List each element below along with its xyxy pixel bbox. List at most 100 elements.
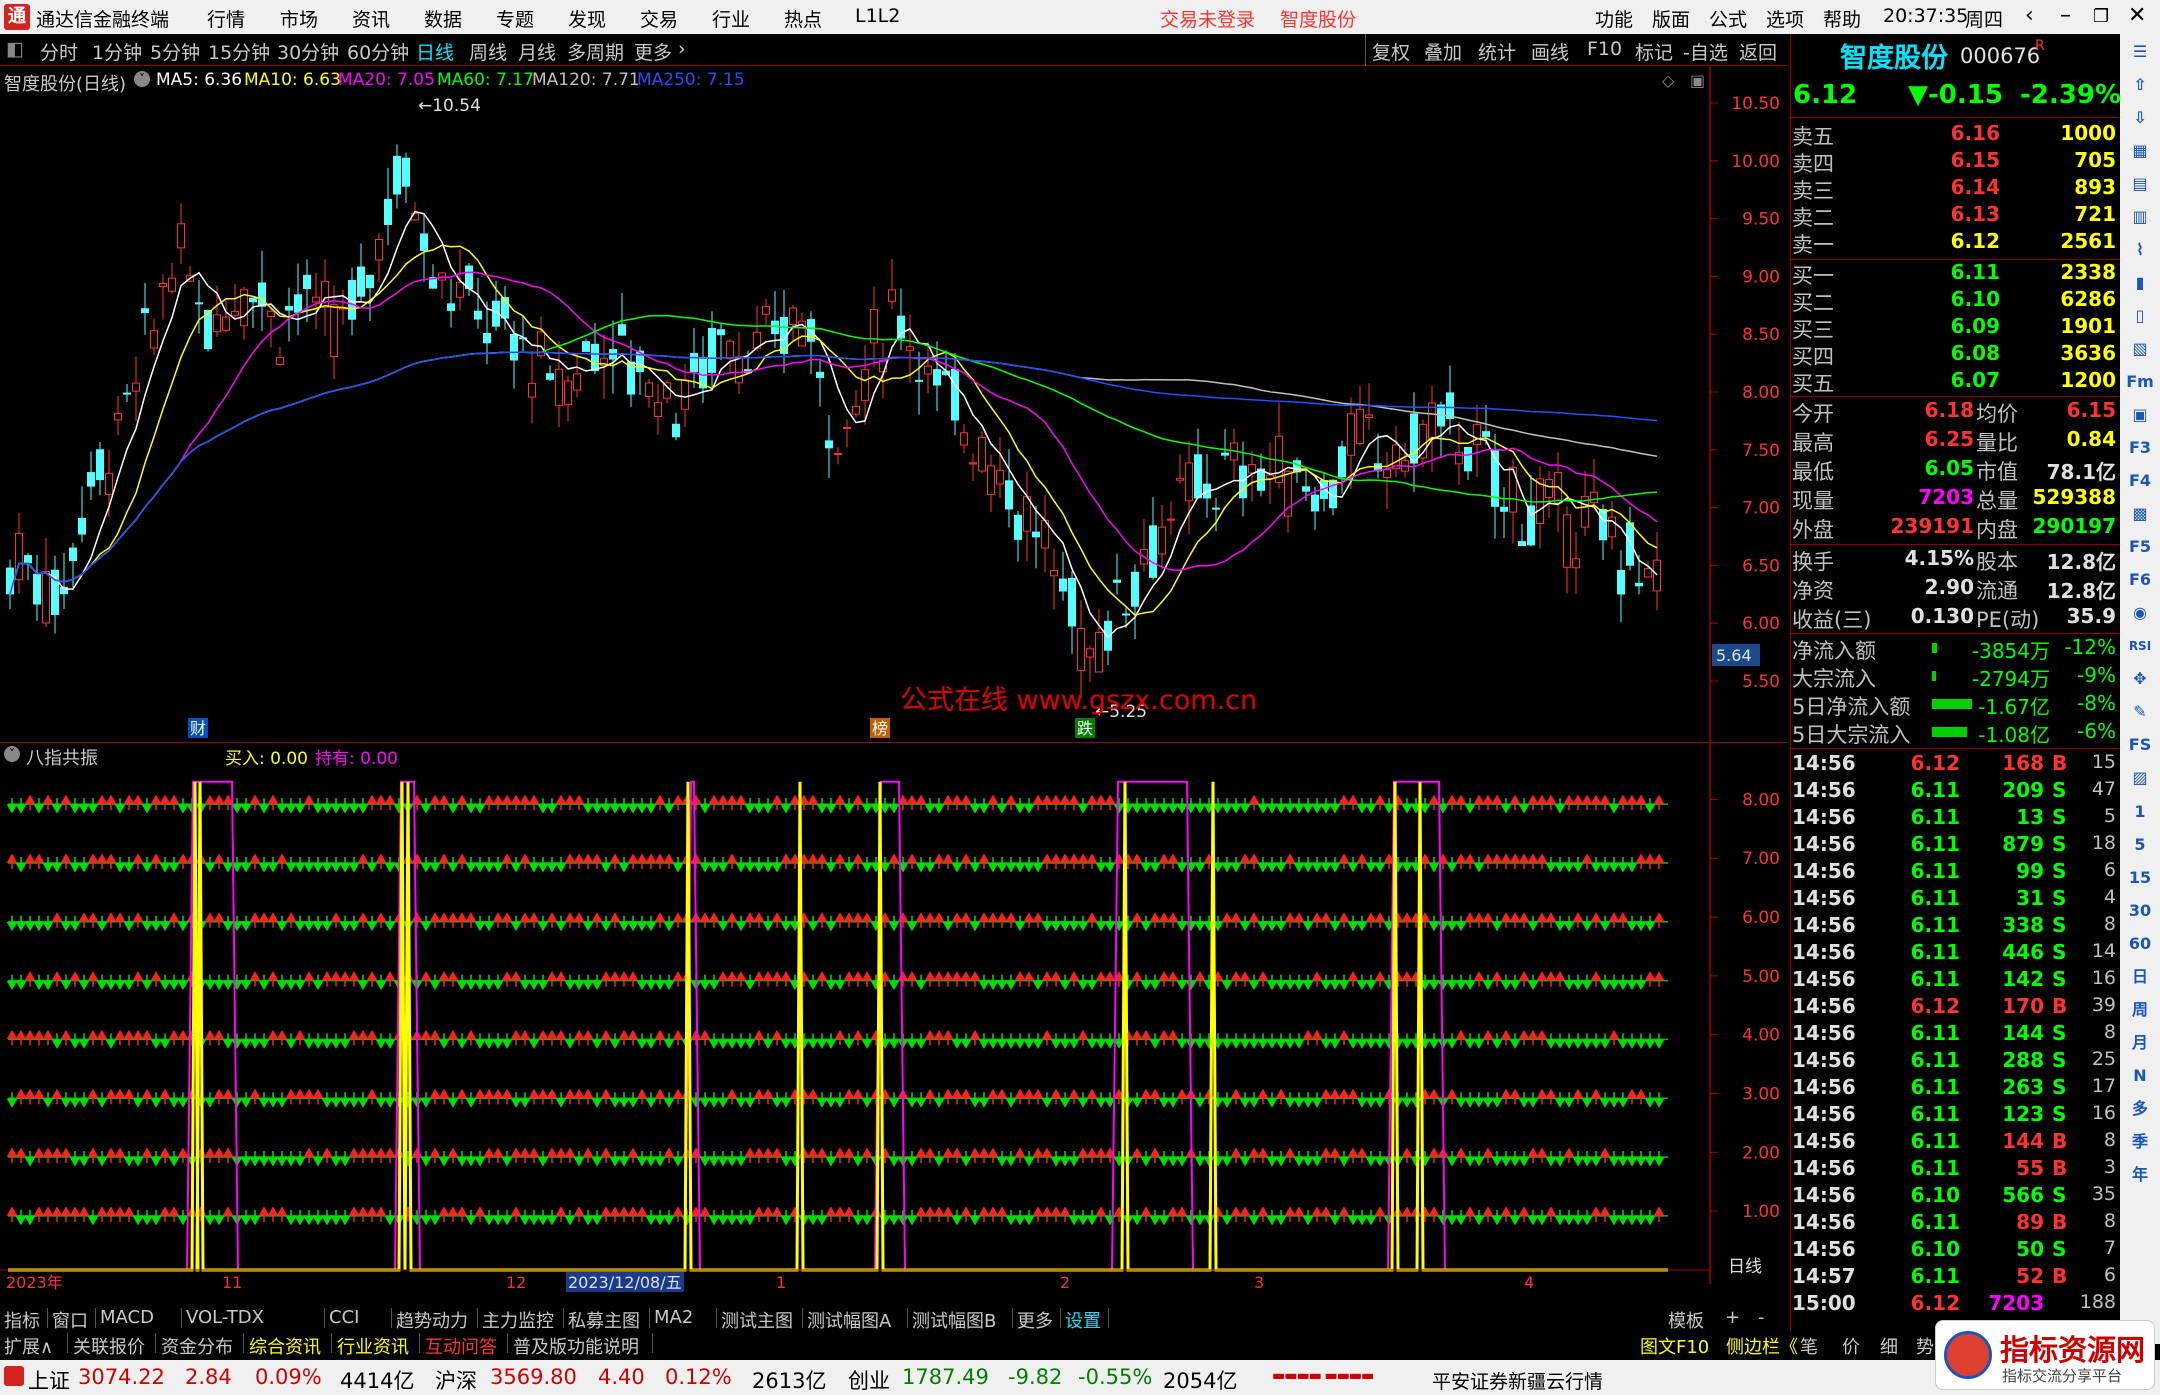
- indicator-tab[interactable]: MA2: [654, 1307, 693, 1328]
- multi-icon[interactable]: 多: [2128, 1097, 2152, 1121]
- pattern-icon[interactable]: ▨: [2128, 766, 2152, 790]
- kline-chart[interactable]: 10.5010.009.509.008.508.007.507.006.506.…: [0, 66, 1788, 742]
- menu-trade[interactable]: 交易: [640, 5, 678, 32]
- period-multi[interactable]: 多周期: [567, 38, 624, 65]
- min30-icon[interactable]: 30: [2122, 899, 2158, 923]
- pen-icon[interactable]: ✎: [2128, 700, 2152, 724]
- list-icon[interactable]: ▤: [2128, 172, 2152, 196]
- side-tab[interactable]: 价: [1842, 1333, 1860, 1359]
- index-menu-icon[interactable]: [4, 1366, 24, 1386]
- board-icon[interactable]: ▧: [2128, 337, 2152, 361]
- indicator-tab[interactable]: 测试幅图A: [807, 1307, 891, 1333]
- min60-icon[interactable]: 60: [2122, 932, 2158, 956]
- fm-icon[interactable]: Fm: [2122, 370, 2158, 394]
- f5-icon[interactable]: F5: [2122, 535, 2158, 559]
- bar2-icon[interactable]: ▯: [2128, 304, 2152, 328]
- f6-icon[interactable]: F6: [2122, 568, 2158, 592]
- up-icon[interactable]: ⇧: [2128, 73, 2152, 97]
- month-icon[interactable]: 月: [2128, 1031, 2152, 1055]
- extension-tab[interactable]: 资金分布: [161, 1333, 233, 1359]
- period-1m[interactable]: 1分钟: [92, 38, 142, 65]
- menu-options[interactable]: 选项: [1766, 5, 1804, 32]
- diamond-icon[interactable]: ◇: [1662, 71, 1674, 90]
- window-icon[interactable]: ▣: [2128, 403, 2152, 427]
- fs-icon[interactable]: FS: [2122, 733, 2158, 757]
- down-icon[interactable]: ⇩: [2128, 106, 2152, 130]
- rsi-icon[interactable]: RSI: [2122, 634, 2158, 658]
- side-tab[interactable]: 细: [1880, 1333, 1898, 1359]
- period-60m[interactable]: 60分钟: [347, 38, 409, 65]
- quarter-icon[interactable]: 季: [2128, 1130, 2152, 1154]
- menu-function[interactable]: 功能: [1595, 5, 1633, 32]
- menu-discover[interactable]: 发现: [568, 5, 606, 32]
- indicator-tab[interactable]: VOL-TDX: [186, 1307, 264, 1328]
- f4-icon[interactable]: F4: [2122, 469, 2158, 493]
- menu-formula[interactable]: 公式: [1709, 5, 1747, 32]
- back-icon[interactable]: ‹: [2025, 3, 2034, 28]
- indicator-panel[interactable]: ˅ 八指共振 买入: 0.00 持有: 0.00 8.00 7.00 6.00 5.0…: [0, 742, 1788, 1292]
- template-control[interactable]: 模板: [1668, 1307, 1704, 1333]
- extension-tab[interactable]: 行业资讯: [337, 1333, 409, 1359]
- grid-icon[interactable]: ▦: [2128, 139, 2152, 163]
- menu-quotes[interactable]: 行情: [207, 5, 245, 32]
- period-more[interactable]: 更多: [634, 38, 672, 65]
- indicator-tab[interactable]: 主力监控: [482, 1307, 554, 1333]
- side-tab[interactable]: 笔: [1800, 1333, 1818, 1359]
- side-tab[interactable]: 图文F10: [1640, 1333, 1709, 1359]
- min15-icon[interactable]: 15: [2122, 866, 2158, 890]
- extension-tab[interactable]: 扩展∧: [4, 1333, 53, 1359]
- indicator-tab[interactable]: 测试幅图B: [912, 1307, 996, 1333]
- menu-l1l2[interactable]: L1L2: [855, 5, 900, 27]
- bar-icon[interactable]: ▮: [2128, 271, 2152, 295]
- period-weekly[interactable]: 周线: [469, 38, 507, 65]
- restore-icon[interactable]: ❐: [2093, 6, 2109, 27]
- extension-tab[interactable]: 关联报价: [73, 1333, 145, 1359]
- indicator-chart[interactable]: 8.007.006.005.004.003.002.001.00日线2023年 1…: [0, 742, 1788, 1302]
- panel-toggle-icon[interactable]: ▣: [1690, 71, 1705, 90]
- period-15m[interactable]: 15分钟: [208, 38, 270, 65]
- stock-name[interactable]: 智度股份: [1840, 36, 1948, 75]
- f3-icon[interactable]: F3: [2122, 436, 2158, 460]
- side-tab[interactable]: 势: [1916, 1333, 1934, 1359]
- template-control[interactable]: -: [1758, 1307, 1765, 1328]
- indicator-tab[interactable]: 设置: [1065, 1307, 1101, 1333]
- chart-line-icon[interactable]: ⌇: [2128, 238, 2152, 262]
- mark-button[interactable]: 标记: [1635, 38, 1673, 65]
- draw-button[interactable]: 画线: [1531, 38, 1569, 65]
- indicator-tab[interactable]: 更多: [1017, 1307, 1053, 1333]
- adjust-button[interactable]: 复权: [1372, 38, 1410, 65]
- table-icon[interactable]: ▥: [2128, 205, 2152, 229]
- toggle-panel-icon[interactable]: ◧: [6, 38, 24, 60]
- sh-label[interactable]: 上证: [28, 1365, 70, 1395]
- indicator-tab[interactable]: MACD: [100, 1307, 154, 1328]
- min5-icon[interactable]: 5: [2128, 833, 2152, 857]
- login-status[interactable]: 交易未登录: [1160, 5, 1255, 32]
- extension-tab[interactable]: 普及版功能说明: [513, 1333, 639, 1359]
- period-monthly[interactable]: 月线: [518, 38, 556, 65]
- menu-icon[interactable]: ☰: [2128, 40, 2152, 64]
- period-5m[interactable]: 5分钟: [150, 38, 200, 65]
- period-daily[interactable]: 日线: [416, 38, 454, 65]
- target-icon[interactable]: ◉: [2128, 601, 2152, 625]
- menu-layout[interactable]: 版面: [1652, 5, 1690, 32]
- extension-tab[interactable]: 互动问答: [425, 1333, 497, 1359]
- stock-link[interactable]: 智度股份: [1280, 5, 1356, 32]
- close-icon[interactable]: ✕: [2128, 3, 2146, 28]
- extension-tab[interactable]: 综合资讯: [249, 1333, 321, 1359]
- period-tick[interactable]: 分时: [40, 38, 78, 65]
- menu-help[interactable]: 帮助: [1823, 5, 1861, 32]
- move-icon[interactable]: ✥: [2128, 667, 2152, 691]
- n-icon[interactable]: N: [2128, 1064, 2152, 1088]
- stats-button[interactable]: 统计: [1478, 38, 1516, 65]
- day-icon[interactable]: 日: [2128, 965, 2152, 989]
- menu-topics[interactable]: 专题: [496, 5, 534, 32]
- menu-industry[interactable]: 行业: [712, 5, 750, 32]
- week-icon[interactable]: 周: [2128, 998, 2152, 1022]
- kline-panel[interactable]: 智度股份(日线) ˅ MA5: 6.36 MA10: 6.63 MA20: 7.05…: [0, 66, 1788, 742]
- hs-label[interactable]: 沪深: [435, 1365, 477, 1395]
- indicator-tab[interactable]: 测试主图: [721, 1307, 793, 1333]
- indicator-tab[interactable]: 私募主图: [568, 1307, 640, 1333]
- template-control[interactable]: +: [1725, 1307, 1740, 1328]
- indicator-tab[interactable]: 指标: [4, 1307, 40, 1333]
- indicator-tab[interactable]: 趋势动力: [396, 1307, 468, 1333]
